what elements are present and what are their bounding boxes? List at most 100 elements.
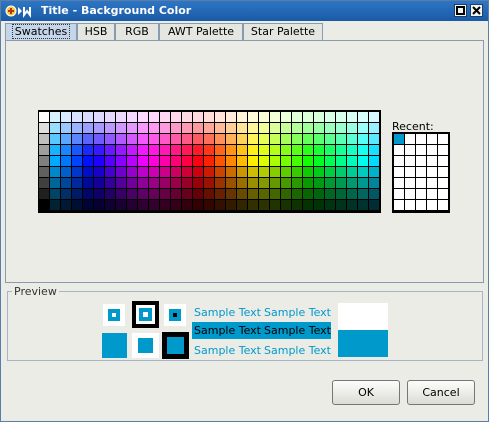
swatch-cell[interactable] xyxy=(39,189,49,199)
swatch-cell[interactable] xyxy=(270,134,280,144)
swatch-cell[interactable] xyxy=(39,156,49,166)
swatch-cell[interactable] xyxy=(193,156,203,166)
swatch-cell[interactable] xyxy=(138,200,148,210)
swatch-cell[interactable] xyxy=(259,156,269,166)
swatch-cell[interactable] xyxy=(160,123,170,133)
swatch-cell[interactable] xyxy=(204,189,214,199)
swatch-cell[interactable] xyxy=(127,200,137,210)
swatch-cell[interactable] xyxy=(281,123,291,133)
swatch-cell[interactable] xyxy=(61,112,71,122)
swatch-cell[interactable] xyxy=(204,167,214,177)
swatch-cell[interactable] xyxy=(61,134,71,144)
swatch-cell[interactable] xyxy=(171,178,181,188)
swatch-cell[interactable] xyxy=(94,200,104,210)
swatch-cell[interactable] xyxy=(50,189,60,199)
swatch-cell[interactable] xyxy=(127,156,137,166)
swatch-cell[interactable] xyxy=(171,167,181,177)
swatch-cell[interactable] xyxy=(292,134,302,144)
swatch-cell[interactable] xyxy=(50,200,60,210)
swatch-cell[interactable] xyxy=(116,145,126,155)
swatch-cell[interactable] xyxy=(94,167,104,177)
recent-swatch-cell[interactable] xyxy=(416,200,426,210)
swatch-cell[interactable] xyxy=(303,123,313,133)
swatch-cell[interactable] xyxy=(369,178,379,188)
swatch-cell[interactable] xyxy=(270,112,280,122)
swatch-cell[interactable] xyxy=(116,123,126,133)
swatch-cell[interactable] xyxy=(61,145,71,155)
swatch-cell[interactable] xyxy=(259,134,269,144)
swatch-cell[interactable] xyxy=(138,134,148,144)
swatch-cell[interactable] xyxy=(314,156,324,166)
swatch-cell[interactable] xyxy=(336,178,346,188)
swatch-cell[interactable] xyxy=(314,134,324,144)
recent-swatch-cell[interactable] xyxy=(427,200,437,210)
swatch-cell[interactable] xyxy=(83,134,93,144)
swatch-cell[interactable] xyxy=(50,123,60,133)
swatch-cell[interactable] xyxy=(237,123,247,133)
recent-swatch-grid[interactable] xyxy=(392,132,450,213)
swatch-cell[interactable] xyxy=(160,189,170,199)
swatch-cell[interactable] xyxy=(182,156,192,166)
swatch-cell[interactable] xyxy=(171,134,181,144)
title-bar[interactable]: Title - Background Color xyxy=(1,1,488,21)
swatch-cell[interactable] xyxy=(259,200,269,210)
swatch-cell[interactable] xyxy=(292,189,302,199)
swatch-cell[interactable] xyxy=(369,134,379,144)
swatch-cell[interactable] xyxy=(105,134,115,144)
swatch-cell[interactable] xyxy=(149,134,159,144)
swatch-cell[interactable] xyxy=(171,123,181,133)
swatch-cell[interactable] xyxy=(248,178,258,188)
swatch-cell[interactable] xyxy=(83,178,93,188)
swatch-cell[interactable] xyxy=(281,145,291,155)
swatch-cell[interactable] xyxy=(303,112,313,122)
swatch-cell[interactable] xyxy=(94,178,104,188)
swatch-cell[interactable] xyxy=(50,178,60,188)
swatch-cell[interactable] xyxy=(248,123,258,133)
swatch-cell[interactable] xyxy=(83,123,93,133)
recent-swatch-cell[interactable] xyxy=(427,167,437,177)
ok-button[interactable]: OK xyxy=(332,380,400,405)
recent-swatch-cell[interactable] xyxy=(416,156,426,166)
recent-swatch-cell[interactable] xyxy=(438,156,448,166)
swatch-cell[interactable] xyxy=(226,200,236,210)
swatch-cell[interactable] xyxy=(105,156,115,166)
swatch-cell[interactable] xyxy=(248,145,258,155)
swatch-cell[interactable] xyxy=(39,145,49,155)
swatch-cell[interactable] xyxy=(314,112,324,122)
swatch-cell[interactable] xyxy=(193,123,203,133)
swatch-cell[interactable] xyxy=(248,167,258,177)
swatch-cell[interactable] xyxy=(83,156,93,166)
swatch-cell[interactable] xyxy=(325,145,335,155)
close-button[interactable] xyxy=(470,4,483,17)
swatch-cell[interactable] xyxy=(226,167,236,177)
swatch-cell[interactable] xyxy=(149,200,159,210)
swatch-cell[interactable] xyxy=(270,167,280,177)
swatch-cell[interactable] xyxy=(303,200,313,210)
swatch-cell[interactable] xyxy=(292,156,302,166)
swatch-cell[interactable] xyxy=(215,200,225,210)
tab-star-palette[interactable]: Star Palette xyxy=(243,23,323,40)
swatch-cell[interactable] xyxy=(171,156,181,166)
swatch-cell[interactable] xyxy=(193,189,203,199)
swatch-cell[interactable] xyxy=(270,156,280,166)
swatch-cell[interactable] xyxy=(336,167,346,177)
swatch-cell[interactable] xyxy=(193,178,203,188)
swatch-cell[interactable] xyxy=(160,156,170,166)
swatch-cell[interactable] xyxy=(215,123,225,133)
swatch-grid[interactable] xyxy=(38,110,381,213)
recent-swatch-cell[interactable] xyxy=(394,178,404,188)
recent-swatch-cell[interactable] xyxy=(416,189,426,199)
recent-swatch-cell[interactable] xyxy=(416,178,426,188)
swatch-cell[interactable] xyxy=(94,134,104,144)
swatch-cell[interactable] xyxy=(347,145,357,155)
swatch-cell[interactable] xyxy=(182,134,192,144)
swatch-cell[interactable] xyxy=(171,189,181,199)
swatch-cell[interactable] xyxy=(248,112,258,122)
swatch-cell[interactable] xyxy=(292,145,302,155)
swatch-cell[interactable] xyxy=(325,156,335,166)
swatch-cell[interactable] xyxy=(270,123,280,133)
swatch-cell[interactable] xyxy=(336,134,346,144)
swatch-cell[interactable] xyxy=(61,178,71,188)
swatch-cell[interactable] xyxy=(215,145,225,155)
swatch-cell[interactable] xyxy=(237,112,247,122)
